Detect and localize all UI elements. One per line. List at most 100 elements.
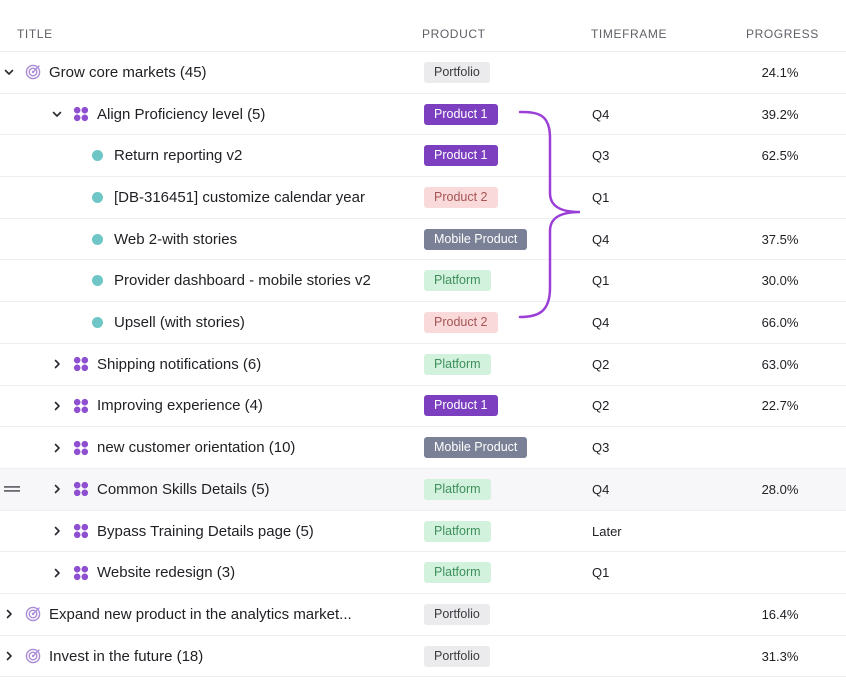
table-row[interactable]: Grow core markets (45) Portfolio 24.1% <box>0 52 846 94</box>
progress-cell: 37.5% <box>761 231 799 247</box>
target-icon <box>25 636 41 677</box>
table-row[interactable]: Web 2-with stories Mobile Product Q4 37.5% <box>0 219 846 261</box>
row-title[interactable]: Website redesign (3) <box>97 552 235 593</box>
row-title[interactable]: new customer orientation (10) <box>97 427 295 468</box>
product-cell[interactable]: Platform <box>424 552 491 593</box>
row-title[interactable]: Upsell (with stories) <box>114 302 245 343</box>
product-tag[interactable]: Product 1 <box>424 395 498 417</box>
row-title[interactable]: Common Skills Details (5) <box>97 469 270 510</box>
product-cell[interactable]: Product 2 <box>424 177 498 218</box>
row-title[interactable]: Bypass Training Details page (5) <box>97 511 314 552</box>
progress-cell: 28.0% <box>761 481 799 497</box>
chevron-right-icon[interactable] <box>50 552 64 593</box>
table-row[interactable]: new customer orientation (10) Mobile Prod… <box>0 427 846 469</box>
timeframe-cell[interactable]: Q4 <box>592 94 609 135</box>
product-tag[interactable]: Portfolio <box>424 603 490 625</box>
product-cell[interactable]: Product 1 <box>424 94 498 135</box>
product-tag[interactable]: Platform <box>424 478 491 500</box>
product-cell[interactable]: Portfolio <box>424 594 490 635</box>
product-cell[interactable]: Product 2 <box>424 302 498 343</box>
row-title[interactable]: Align Proficiency level (5) <box>97 94 265 135</box>
column-header-title[interactable]: TITLE <box>17 27 53 41</box>
timeframe-cell[interactable]: Q2 <box>592 344 609 385</box>
product-tag[interactable]: Product 1 <box>424 103 498 125</box>
product-tag[interactable]: Product 2 <box>424 186 498 208</box>
chevron-right-icon[interactable] <box>2 636 16 677</box>
product-cell[interactable]: Mobile Product <box>424 427 528 468</box>
product-tag[interactable]: Platform <box>424 562 491 584</box>
row-title[interactable]: Return reporting v2 <box>114 135 242 176</box>
column-header-timeframe[interactable]: TIMEFRAME <box>591 27 667 41</box>
cluster-icon <box>73 427 89 468</box>
product-cell[interactable]: Platform <box>424 469 491 510</box>
table-row[interactable]: Shipping notifications (6) Platform Q2 63.0… <box>0 344 846 386</box>
table-row[interactable]: Bypass Training Details page (5) Platform… <box>0 511 846 553</box>
table-row[interactable]: Improving experience (4) Product 1 Q2 22.7% <box>0 386 846 428</box>
product-tag[interactable]: Portfolio <box>424 61 490 83</box>
timeframe-cell[interactable]: Q4 <box>592 469 609 510</box>
product-tag[interactable]: Product 1 <box>424 145 498 167</box>
product-tag[interactable]: Portfolio <box>424 645 490 667</box>
table-row[interactable]: Upsell (with stories) Product 2 Q4 66.0% <box>0 302 846 344</box>
chevron-right-icon[interactable] <box>50 427 64 468</box>
column-header-product[interactable]: PRODUCT <box>422 27 486 41</box>
row-title[interactable]: Expand new product in the analytics mark… <box>49 594 352 635</box>
timeframe-cell[interactable]: Q2 <box>592 386 609 427</box>
chevron-right-icon[interactable] <box>2 594 16 635</box>
row-title[interactable]: Web 2-with stories <box>114 219 237 260</box>
product-cell[interactable]: Mobile Product <box>424 219 528 260</box>
progress-cell: 63.0% <box>761 356 799 372</box>
product-tag[interactable]: Platform <box>424 520 491 542</box>
product-cell[interactable]: Portfolio <box>424 636 490 677</box>
row-title[interactable]: Provider dashboard - mobile stories v2 <box>114 261 371 302</box>
timeframe-cell[interactable]: Later <box>592 511 622 552</box>
row-title[interactable]: [DB-316451] customize calendar year <box>114 177 365 218</box>
drag-handle-icon[interactable] <box>4 469 20 510</box>
product-cell[interactable]: Product 1 <box>424 135 498 176</box>
table-row[interactable]: Website redesign (3) Platform Q1 <box>0 552 846 595</box>
chevron-down-icon[interactable] <box>50 94 64 135</box>
chevron-right-icon[interactable] <box>50 511 64 552</box>
table-row[interactable]: Align Proficiency level (5) Product 1 Q4 39… <box>0 94 846 136</box>
progress-cell: 22.7% <box>761 398 799 414</box>
product-tag[interactable]: Mobile Product <box>424 228 528 250</box>
table-row[interactable]: Provider dashboard - mobile stories v2 Pl… <box>0 261 846 303</box>
chevron-right-icon[interactable] <box>50 469 64 510</box>
chevron-down-icon[interactable] <box>2 52 16 93</box>
status-dot-icon <box>92 135 103 176</box>
product-tag[interactable]: Mobile Product <box>424 437 528 459</box>
cluster-icon <box>73 386 89 427</box>
table-row[interactable]: Return reporting v2 Product 1 Q3 62.5% <box>0 135 846 178</box>
product-cell[interactable]: Platform <box>424 511 491 552</box>
table-row[interactable]: Invest in the future (18) Portfolio 31.3% <box>0 636 846 678</box>
row-title[interactable]: Shipping notifications (6) <box>97 344 261 385</box>
timeframe-cell[interactable]: Q4 <box>592 219 609 260</box>
row-title[interactable]: Invest in the future (18) <box>49 636 203 677</box>
timeframe-cell[interactable]: Q3 <box>592 135 609 176</box>
chevron-right-icon[interactable] <box>50 386 64 427</box>
column-header-progress[interactable]: PROGRESS <box>746 27 819 41</box>
cluster-icon <box>73 469 89 510</box>
product-tag[interactable]: Product 2 <box>424 312 498 334</box>
product-cell[interactable]: Platform <box>424 344 491 385</box>
table-row[interactable]: Common Skills Details (5) Platform Q4 28.0% <box>0 469 846 511</box>
timeframe-cell[interactable]: Q1 <box>592 261 609 302</box>
timeframe-cell[interactable]: Q4 <box>592 302 609 343</box>
product-tag[interactable]: Platform <box>424 353 491 375</box>
row-title[interactable]: Improving experience (4) <box>97 386 263 427</box>
timeframe-cell[interactable]: Q3 <box>592 427 609 468</box>
cluster-icon <box>73 552 89 593</box>
product-cell[interactable]: Product 1 <box>424 386 498 427</box>
timeframe-cell[interactable]: Q1 <box>592 177 609 218</box>
table-row[interactable]: [DB-316451] customize calendar year Produ… <box>0 177 846 219</box>
product-cell[interactable]: Portfolio <box>424 52 490 93</box>
timeframe-cell[interactable]: Q1 <box>592 552 609 593</box>
progress-cell: 66.0% <box>761 315 799 331</box>
product-tag[interactable]: Platform <box>424 270 491 292</box>
cluster-icon <box>73 94 89 135</box>
product-cell[interactable]: Platform <box>424 261 491 302</box>
chevron-right-icon[interactable] <box>50 344 64 385</box>
row-title[interactable]: Grow core markets (45) <box>49 52 207 93</box>
table-row[interactable]: Expand new product in the analytics mark… <box>0 594 846 636</box>
progress-cell: 16.4% <box>761 606 799 622</box>
